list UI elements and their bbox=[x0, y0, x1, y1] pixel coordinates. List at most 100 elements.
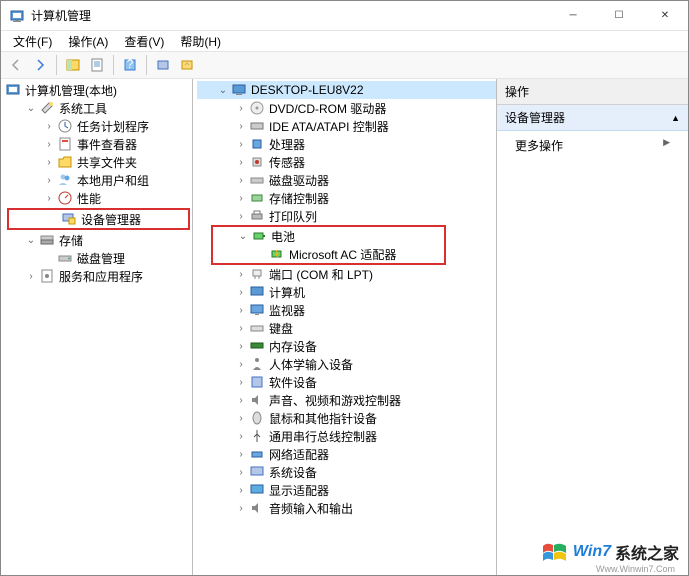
dev-network[interactable]: ›网络适配器 bbox=[197, 445, 496, 463]
expand-icon[interactable]: › bbox=[233, 193, 249, 204]
expand-icon[interactable]: › bbox=[233, 377, 249, 388]
expand-icon[interactable]: › bbox=[233, 323, 249, 334]
dev-ac-adapter[interactable]: ·Microsoft AC 适配器 bbox=[213, 245, 444, 263]
expand-icon[interactable]: › bbox=[233, 341, 249, 352]
dev-monitors[interactable]: ›监视器 bbox=[197, 301, 496, 319]
dev-computers[interactable]: ›计算机 bbox=[197, 283, 496, 301]
device-root[interactable]: ⌄DESKTOP-LEU8V22 bbox=[197, 81, 496, 99]
tree-event-viewer[interactable]: › 事件查看器 bbox=[5, 135, 192, 153]
collapse-icon[interactable]: ⌄ bbox=[23, 103, 39, 114]
back-button[interactable] bbox=[5, 54, 27, 76]
performance-label: 性能 bbox=[77, 190, 101, 207]
expand-icon[interactable]: › bbox=[233, 503, 249, 514]
tree-root[interactable]: 计算机管理(本地) bbox=[5, 81, 192, 99]
close-button[interactable]: ✕ bbox=[642, 1, 688, 31]
dev-mouse[interactable]: › 鼠标和其他指针设备 bbox=[197, 409, 496, 427]
expand-icon[interactable]: › bbox=[233, 485, 249, 496]
display-icon bbox=[249, 482, 265, 498]
dev-dvd[interactable]: ›DVD/CD-ROM 驱动器 bbox=[197, 99, 496, 117]
dev-hid[interactable]: ›人体学输入设备 bbox=[197, 355, 496, 373]
watermark-brand1: Win7 bbox=[573, 543, 611, 561]
expand-icon[interactable]: › bbox=[233, 305, 249, 316]
dev-keyboards[interactable]: ›键盘 bbox=[197, 319, 496, 337]
dev-memory[interactable]: ›内存设备 bbox=[197, 337, 496, 355]
expand-icon[interactable]: › bbox=[23, 271, 39, 282]
expand-icon[interactable]: › bbox=[233, 211, 249, 222]
expand-icon[interactable]: › bbox=[233, 413, 249, 424]
help-button[interactable]: ? bbox=[119, 54, 141, 76]
forward-button[interactable] bbox=[29, 54, 51, 76]
dev-sound[interactable]: ›声音、视频和游戏控制器 bbox=[197, 391, 496, 409]
cpu-icon bbox=[249, 136, 265, 152]
tree-storage[interactable]: ⌄存储 bbox=[5, 231, 192, 249]
dev-system[interactable]: ›系统设备 bbox=[197, 463, 496, 481]
expand-icon[interactable]: › bbox=[41, 193, 57, 204]
event-icon bbox=[57, 136, 73, 152]
dev-disk[interactable]: ›磁盘驱动器 bbox=[197, 171, 496, 189]
dev-ports[interactable]: ›端口 (COM 和 LPT) bbox=[197, 265, 496, 283]
expand-icon[interactable]: › bbox=[233, 359, 249, 370]
menu-action[interactable]: 操作(A) bbox=[62, 31, 114, 52]
show-hide-button[interactable] bbox=[62, 54, 84, 76]
event-viewer-label: 事件查看器 bbox=[77, 136, 137, 153]
maximize-button[interactable]: ☐ bbox=[596, 1, 642, 31]
properties-button[interactable] bbox=[86, 54, 108, 76]
dev-cpu[interactable]: ›处理器 bbox=[197, 135, 496, 153]
toolbar-btn-6[interactable] bbox=[176, 54, 198, 76]
expand-icon[interactable]: › bbox=[233, 175, 249, 186]
expand-icon[interactable]: › bbox=[233, 121, 249, 132]
collapse-icon[interactable]: ⌄ bbox=[23, 235, 39, 246]
window-frame: 计算机管理 ─ ☐ ✕ 文件(F) 操作(A) 查看(V) 帮助(H) ? bbox=[0, 0, 689, 576]
mouse-label: 鼠标和其他指针设备 bbox=[269, 410, 377, 427]
mouse-icon bbox=[249, 410, 265, 426]
expand-icon[interactable]: › bbox=[233, 103, 249, 114]
tree-device-manager[interactable]: ·设备管理器 bbox=[9, 210, 188, 228]
tree-task-scheduler[interactable]: ›任务计划程序 bbox=[5, 117, 192, 135]
collapse-icon[interactable]: ⌄ bbox=[215, 85, 231, 96]
menu-file[interactable]: 文件(F) bbox=[7, 31, 58, 52]
dev-software[interactable]: ›软件设备 bbox=[197, 373, 496, 391]
expand-icon[interactable]: › bbox=[233, 269, 249, 280]
titlebar: 计算机管理 ─ ☐ ✕ bbox=[1, 1, 688, 31]
print-label: 打印队列 bbox=[269, 208, 317, 225]
tree-system-tools[interactable]: ⌄ 系统工具 bbox=[5, 99, 192, 117]
expand-icon[interactable]: › bbox=[41, 139, 57, 150]
dev-usb[interactable]: ›通用串行总线控制器 bbox=[197, 427, 496, 445]
expand-icon[interactable]: › bbox=[233, 431, 249, 442]
dev-battery[interactable]: ⌄电池 bbox=[213, 227, 444, 245]
expand-icon[interactable]: › bbox=[41, 175, 57, 186]
expand-icon[interactable]: › bbox=[233, 449, 249, 460]
dev-print[interactable]: › 打印队列 bbox=[197, 207, 496, 225]
menu-help[interactable]: 帮助(H) bbox=[174, 31, 227, 52]
disk-mgmt-label: 磁盘管理 bbox=[77, 250, 125, 267]
highlight-device-manager: ·设备管理器 bbox=[7, 208, 190, 230]
expand-icon[interactable]: › bbox=[233, 467, 249, 478]
tree-disk-mgmt[interactable]: ·磁盘管理 bbox=[5, 249, 192, 267]
tree-shared-folders[interactable]: ›共享文件夹 bbox=[5, 153, 192, 171]
audio-io-label: 音频输入和输出 bbox=[269, 500, 353, 517]
minimize-button[interactable]: ─ bbox=[550, 1, 596, 31]
left-pane: 计算机管理(本地) ⌄ 系统工具 ›任务计划程序 › 事件查看器 ›共享文件夹 ›… bbox=[1, 79, 193, 575]
dev-display[interactable]: ›显示适配器 bbox=[197, 481, 496, 499]
tree-performance[interactable]: › 性能 bbox=[5, 189, 192, 207]
tree-local-users[interactable]: ›本地用户和组 bbox=[5, 171, 192, 189]
dev-sensor[interactable]: ›传感器 bbox=[197, 153, 496, 171]
highlight-battery: ⌄电池 ·Microsoft AC 适配器 bbox=[211, 225, 446, 265]
dev-storage-ctrl[interactable]: ›存储控制器 bbox=[197, 189, 496, 207]
dev-ide[interactable]: ›IDE ATA/ATAPI 控制器 bbox=[197, 117, 496, 135]
toolbar-btn-5[interactable] bbox=[152, 54, 174, 76]
actions-section[interactable]: 设备管理器 ▲ bbox=[497, 105, 688, 131]
expand-icon[interactable]: › bbox=[233, 395, 249, 406]
dev-audio-io[interactable]: › 音频输入和输出 bbox=[197, 499, 496, 517]
tree-services[interactable]: ›服务和应用程序 bbox=[5, 267, 192, 285]
expand-icon[interactable]: › bbox=[233, 287, 249, 298]
expand-icon[interactable]: › bbox=[41, 121, 57, 132]
menu-view[interactable]: 查看(V) bbox=[118, 31, 170, 52]
collapse-icon[interactable]: ⌄ bbox=[235, 231, 251, 242]
expand-icon[interactable]: › bbox=[233, 157, 249, 168]
expand-icon[interactable]: › bbox=[233, 139, 249, 150]
audio-io-icon bbox=[249, 500, 265, 516]
expand-icon[interactable]: › bbox=[41, 157, 57, 168]
more-actions-item[interactable]: 更多操作 ▶ bbox=[497, 131, 688, 160]
menubar: 文件(F) 操作(A) 查看(V) 帮助(H) bbox=[1, 31, 688, 51]
